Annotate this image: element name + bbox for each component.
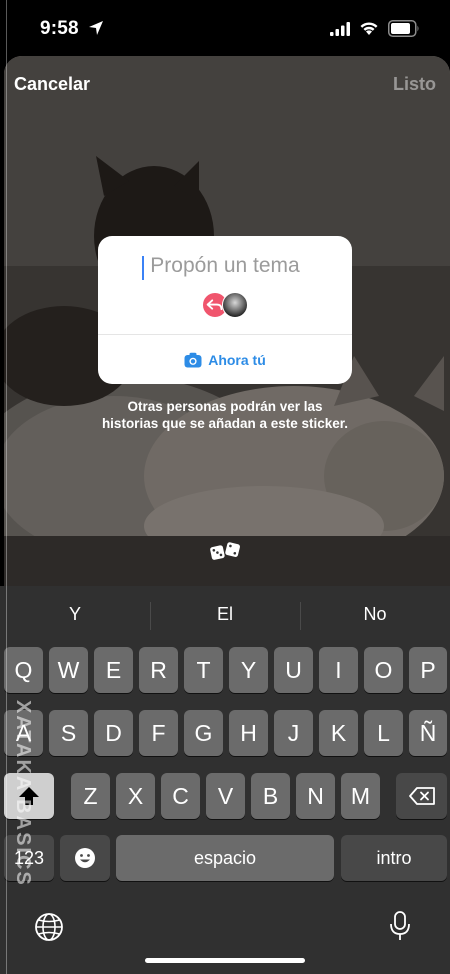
keyboard: Y El No Q W E R T Y U I O P A S D F G H … — [0, 586, 450, 974]
key-y[interactable]: Y — [229, 647, 268, 693]
sticker-caption: Otras personas podrán ver las historias … — [0, 398, 450, 432]
backspace-key[interactable] — [396, 773, 447, 819]
key-z[interactable]: Z — [71, 773, 110, 819]
caption-line-2: historias que se añadan a este sticker. — [101, 416, 349, 431]
status-time: 9:58 — [40, 18, 79, 39]
camera-icon — [184, 352, 202, 368]
key-e[interactable]: E — [94, 647, 133, 693]
avatar-group — [202, 292, 248, 320]
wifi-icon — [360, 22, 378, 35]
cancel-button[interactable]: Cancelar — [14, 74, 90, 95]
watermark-line — [6, 0, 7, 974]
battery-icon — [388, 20, 419, 37]
return-key[interactable]: intro — [341, 835, 447, 881]
user-avatar — [222, 292, 248, 318]
key-c[interactable]: C — [161, 773, 200, 819]
location-arrow-icon — [89, 21, 103, 35]
your-turn-label: Ahora tú — [208, 352, 266, 368]
done-button[interactable]: Listo — [393, 74, 436, 95]
emoji-key[interactable] — [60, 835, 110, 881]
home-indicator — [145, 958, 305, 963]
key-x[interactable]: X — [116, 773, 155, 819]
sticker-divider — [98, 334, 352, 335]
topic-input[interactable]: Propón un tema — [98, 254, 352, 278]
your-turn-button[interactable]: Ahora tú — [98, 348, 352, 372]
key-g[interactable]: G — [184, 710, 223, 756]
key-l[interactable]: L — [364, 710, 403, 756]
emoji-icon — [75, 848, 95, 868]
suggestion-bar: Y El No — [0, 586, 450, 646]
key-u[interactable]: U — [274, 647, 313, 693]
key-t[interactable]: T — [184, 647, 223, 693]
watermark: XATAKA BASICS — [12, 700, 34, 887]
key-d[interactable]: D — [94, 710, 133, 756]
key-j[interactable]: J — [274, 710, 313, 756]
suggestion-3[interactable]: No — [300, 604, 450, 625]
suggestion-1[interactable]: Y — [0, 604, 150, 625]
caption-line-1: Otras personas podrán ver las — [127, 399, 323, 414]
key-enye[interactable]: Ñ — [409, 710, 447, 756]
key-w[interactable]: W — [49, 647, 88, 693]
key-h[interactable]: H — [229, 710, 268, 756]
key-o[interactable]: O — [364, 647, 403, 693]
key-f[interactable]: F — [139, 710, 178, 756]
suggestion-2[interactable]: El — [150, 604, 300, 625]
key-b[interactable]: B — [251, 773, 290, 819]
key-v[interactable]: V — [206, 773, 245, 819]
question-sticker: Propón un tema Ahora tú — [98, 236, 352, 384]
key-s[interactable]: S — [49, 710, 88, 756]
space-key[interactable]: espacio — [116, 835, 334, 881]
dice-icon[interactable] — [209, 540, 241, 562]
key-m[interactable]: M — [341, 773, 380, 819]
key-q[interactable]: Q — [4, 647, 43, 693]
globe-icon[interactable] — [34, 912, 64, 942]
key-i[interactable]: I — [319, 647, 358, 693]
key-r[interactable]: R — [139, 647, 178, 693]
status-bar: 9:58 — [0, 0, 450, 56]
signal-icon — [330, 22, 350, 36]
key-k[interactable]: K — [319, 710, 358, 756]
backspace-icon — [408, 787, 435, 805]
key-n[interactable]: N — [296, 773, 335, 819]
key-p[interactable]: P — [409, 647, 447, 693]
microphone-icon[interactable] — [388, 910, 412, 942]
